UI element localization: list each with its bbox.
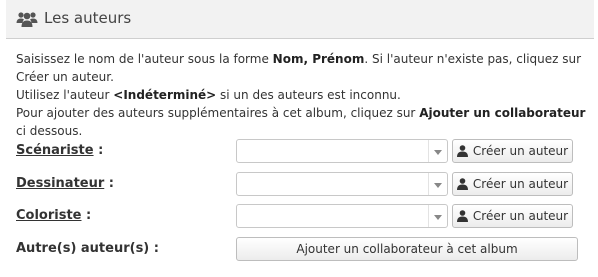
instruction-text: ci dessous. — [16, 124, 83, 138]
other-authors-label: Autre(s) auteur(s) : — [16, 241, 159, 256]
panel-header: Les auteurs — [6, 0, 594, 39]
instruction-text: Utilisez l'auteur — [16, 88, 114, 102]
instruction-line-2: Utilisez l'auteur <Indéterminé> si un de… — [16, 86, 591, 104]
chevron-down-icon[interactable] — [428, 140, 447, 162]
user-icon — [456, 178, 468, 190]
create-coloriste-button[interactable]: Créer un auteur — [452, 204, 573, 228]
authors-panel: Les auteurs Saisissez le nom de l'auteur… — [6, 0, 594, 277]
panel-title: Les auteurs — [44, 9, 132, 27]
scenariste-label-text: Scénariste — [16, 143, 94, 158]
create-author-label: Créer un auteur — [472, 209, 569, 223]
label-suffix: : — [81, 208, 92, 223]
dessinateur-select[interactable] — [236, 172, 448, 196]
scenariste-label: Scénariste : — [16, 143, 103, 158]
create-author-label: Créer un auteur — [472, 144, 569, 158]
undetermined-hint: <Indéterminé> — [113, 88, 217, 102]
instruction-text: Pour ajouter des auteurs supplémentaires… — [16, 106, 420, 120]
coloriste-select[interactable] — [236, 204, 448, 228]
dessinateur-label: Dessinateur : — [16, 176, 114, 191]
add-collaborator-button[interactable]: Ajouter un collaborateur à cet album — [236, 237, 578, 261]
user-icon — [456, 210, 468, 222]
user-icon — [456, 145, 468, 157]
scenariste-select[interactable] — [236, 139, 448, 163]
instruction-text: Saisissez le nom de l'auteur sous la for… — [16, 52, 273, 66]
instruction-text: si un des auteurs est inconnu. — [216, 88, 401, 102]
dessinateur-label-text: Dessinateur — [16, 176, 105, 191]
label-suffix: : — [93, 143, 104, 158]
format-hint: Nom, Prénom — [272, 52, 365, 66]
label-suffix: : — [104, 176, 114, 191]
chevron-down-icon[interactable] — [428, 205, 447, 227]
instruction-line-1: Saisissez le nom de l'auteur sous la for… — [16, 50, 591, 86]
instructions: Saisissez le nom de l'auteur sous la for… — [16, 50, 591, 140]
create-dessinateur-button[interactable]: Créer un auteur — [452, 172, 573, 196]
chevron-down-icon[interactable] — [428, 173, 447, 195]
instruction-line-3: Pour ajouter des auteurs supplémentaires… — [16, 104, 591, 140]
coloriste-label: Coloriste : — [16, 208, 91, 223]
create-scenariste-button[interactable]: Créer un auteur — [452, 139, 573, 163]
users-icon — [16, 12, 38, 27]
create-author-label: Créer un auteur — [472, 177, 569, 191]
collaborator-hint: Ajouter un collaborateur — [419, 106, 586, 120]
coloriste-label-text: Coloriste — [16, 208, 82, 223]
